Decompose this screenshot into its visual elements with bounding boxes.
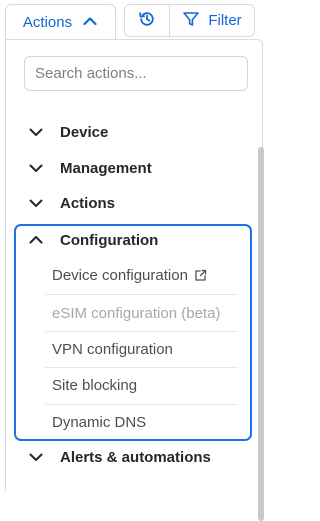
menu-item-label: Device configuration: [52, 266, 188, 284]
history-button[interactable]: [124, 4, 170, 37]
external-link-icon: [195, 269, 207, 281]
filter-icon: [182, 10, 200, 32]
group-label: Configuration: [60, 231, 159, 249]
group-label: Management: [60, 159, 152, 177]
search-input[interactable]: [24, 56, 248, 91]
menu-item-esim-configuration: eSIM configuration (beta): [52, 296, 232, 330]
group-configuration[interactable]: Configuration: [28, 228, 238, 252]
menu-item-device-configuration[interactable]: Device configuration: [52, 258, 232, 292]
chevron-down-icon: [29, 164, 43, 172]
group-label: Device: [60, 123, 109, 141]
chevron-down-icon: [29, 453, 43, 461]
group-label: Alerts & automations: [60, 448, 211, 466]
chevron-up-icon: [29, 236, 43, 244]
actions-dropdown-button[interactable]: Actions: [5, 4, 116, 40]
menu-item-label: Site blocking: [52, 376, 138, 394]
chevron-down-icon: [29, 199, 43, 207]
group-device[interactable]: Device: [28, 120, 238, 144]
history-icon: [138, 10, 156, 32]
divider: [45, 294, 238, 295]
group-actions[interactable]: Actions: [28, 191, 238, 215]
menu-item-label: Dynamic DNS: [52, 413, 147, 431]
menu-item-label: eSIM configuration (beta): [52, 304, 221, 322]
actions-panel: Device Management Actions Configuration …: [5, 39, 264, 521]
filter-button[interactable]: Filter: [169, 4, 255, 37]
chevron-up-icon: [82, 13, 98, 33]
menu-item-site-blocking[interactable]: Site blocking: [52, 368, 232, 402]
menu-item-dynamic-dns[interactable]: Dynamic DNS: [52, 405, 232, 439]
toolbar: Actions Filter: [0, 0, 264, 40]
group-label: Actions: [60, 194, 116, 212]
actions-button-label: Actions: [22, 14, 73, 31]
group-management[interactable]: Management: [28, 156, 238, 180]
filter-button-label: Filter: [208, 12, 242, 29]
group-alerts-automations[interactable]: Alerts & automations: [28, 445, 238, 469]
menu-item-vpn-configuration[interactable]: VPN configuration: [52, 332, 232, 366]
scrollbar-thumb[interactable]: [258, 147, 264, 521]
menu-item-label: VPN configuration: [52, 340, 173, 358]
chevron-down-icon: [29, 128, 43, 136]
